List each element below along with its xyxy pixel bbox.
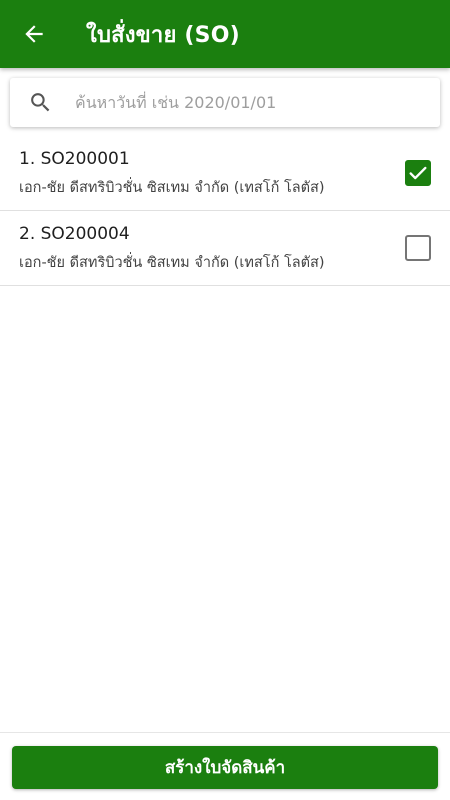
page-title: ใบสั่งขาย (SO) <box>86 22 240 48</box>
checkmark-icon <box>409 166 427 180</box>
order-checkbox[interactable] <box>405 235 431 261</box>
bottom-action-bar: สร้างใบจัดสินค้า <box>0 732 450 800</box>
arrow-left-icon <box>25 25 43 43</box>
search-bar[interactable] <box>10 78 440 127</box>
customer-name: เอก-ชัย ดีสทริบิวชั่น ซิสเทม จำกัด (เทสโ… <box>19 255 325 271</box>
search-icon-container <box>10 78 70 127</box>
list-item[interactable]: 2. SO200004 เอก-ชัย ดีสทริบิวชั่น ซิสเทม… <box>0 211 450 286</box>
list-item[interactable]: 1. SO200001 เอก-ชัย ดีสทริบิวชั่น ซิสเทม… <box>0 136 450 211</box>
back-button[interactable] <box>0 0 68 68</box>
order-number: 2. SO200004 <box>19 224 130 244</box>
search-input[interactable] <box>75 87 425 118</box>
order-checkbox[interactable] <box>405 160 431 186</box>
search-icon <box>30 93 49 112</box>
app-bar: ใบสั่งขาย (SO) <box>0 0 450 68</box>
sales-order-list: 1. SO200001 เอก-ชัย ดีสทริบิวชั่น ซิสเทม… <box>0 136 450 286</box>
customer-name: เอก-ชัย ดีสทริบิวชั่น ซิสเทม จำกัด (เทสโ… <box>19 180 325 196</box>
create-picking-slip-button[interactable]: สร้างใบจัดสินค้า <box>12 746 438 789</box>
order-number: 1. SO200001 <box>19 149 130 169</box>
